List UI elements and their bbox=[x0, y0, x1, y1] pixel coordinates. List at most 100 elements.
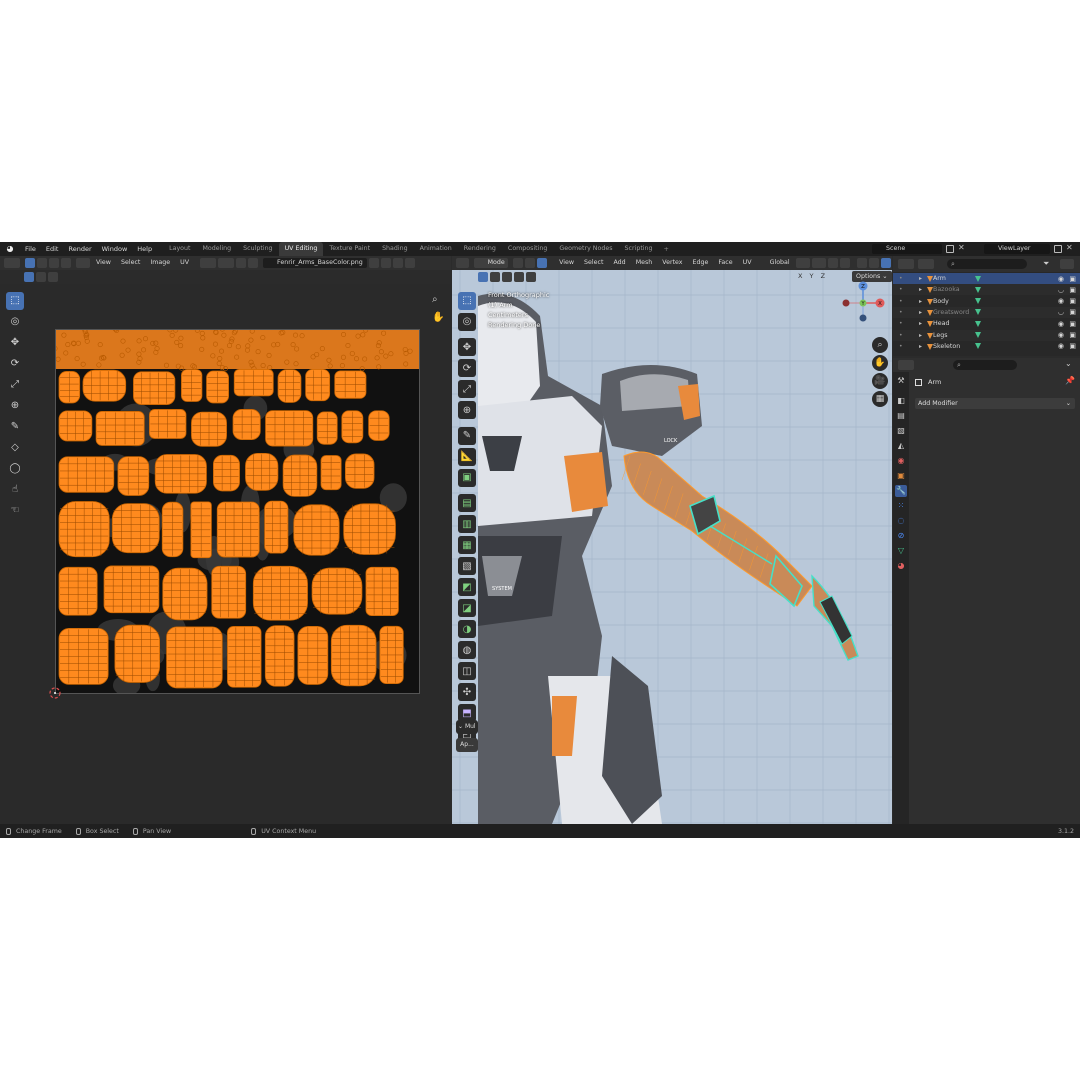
eye-icon[interactable]: ◉ bbox=[1058, 297, 1064, 305]
vp-zoom-icon[interactable]: ⌕ bbox=[872, 337, 888, 353]
vp-menu-select[interactable]: Select bbox=[579, 256, 608, 270]
uv-menu-view[interactable]: View bbox=[91, 256, 116, 270]
outliner-item-arm[interactable]: • ▸ Arm ◉ ▣ bbox=[893, 273, 1080, 284]
select-box-mode-icon[interactable] bbox=[24, 272, 34, 282]
render-tab-icon[interactable]: ◧ bbox=[895, 395, 907, 407]
new-scene-icon[interactable] bbox=[946, 245, 954, 253]
new-viewlayer-icon[interactable] bbox=[1054, 245, 1062, 253]
vp-ortho-grid-icon[interactable]: ▦ bbox=[872, 391, 888, 407]
expand-arrow-icon[interactable]: ▸ bbox=[919, 309, 922, 316]
editor-type-icon[interactable] bbox=[4, 258, 20, 268]
falloff-icon[interactable] bbox=[248, 258, 259, 268]
uv-menu-select[interactable]: Select bbox=[116, 256, 145, 270]
vp-edge-slide-tool-icon[interactable]: ◫ bbox=[458, 662, 476, 680]
scene-selector[interactable]: Scene bbox=[872, 244, 942, 254]
eye-icon[interactable]: ◡ bbox=[1058, 286, 1064, 294]
overlay-toggle-icon[interactable] bbox=[881, 258, 891, 268]
vp-scale-tool-icon[interactable]: ⤢ bbox=[458, 380, 476, 398]
viewlayer-selector[interactable]: ViewLayer bbox=[984, 244, 1050, 254]
camera-icon[interactable]: ▣ bbox=[1069, 342, 1076, 350]
vp-select-box-mode-icon[interactable] bbox=[478, 272, 488, 282]
image-browser-field[interactable]: Fenrir_Arms_BaseColor.png bbox=[263, 258, 367, 268]
expand-arrow-icon[interactable]: ▸ bbox=[919, 332, 922, 339]
eye-icon[interactable]: ◉ bbox=[1058, 320, 1064, 328]
camera-icon[interactable]: ▣ bbox=[1069, 308, 1076, 316]
add-modifier-dropdown[interactable]: Add Modifier ⌄ bbox=[915, 398, 1075, 409]
menu-file[interactable]: File bbox=[20, 242, 41, 256]
sticky-select-icon[interactable] bbox=[76, 258, 90, 268]
particles-tab-icon[interactable]: ⁙ bbox=[895, 500, 907, 512]
vp-select-extend-icon[interactable] bbox=[490, 272, 500, 282]
vp-select-intersect-icon[interactable] bbox=[526, 272, 536, 282]
camera-icon[interactable]: ▣ bbox=[1069, 275, 1076, 283]
viewport-snap-icon[interactable] bbox=[811, 258, 826, 268]
tab-rendering[interactable]: Rendering bbox=[458, 242, 502, 256]
camera-icon[interactable]: ▣ bbox=[1069, 297, 1076, 305]
fake-user-icon[interactable] bbox=[368, 258, 379, 268]
vp-extrude-tool-icon[interactable]: ▤ bbox=[458, 494, 476, 512]
uv-menu-image[interactable]: Image bbox=[145, 256, 175, 270]
vp-menu-mesh[interactable]: Mesh bbox=[631, 256, 658, 270]
vp-bevel-tool-icon[interactable]: ▦ bbox=[458, 536, 476, 554]
mirror-z-toggle[interactable]: Z bbox=[821, 272, 825, 280]
vp-loopcut-tool-icon[interactable]: ▧ bbox=[458, 557, 476, 575]
camera-icon[interactable]: ▣ bbox=[1069, 331, 1076, 339]
expand-arrow-icon[interactable]: ▸ bbox=[919, 298, 922, 305]
vp-menu-add[interactable]: Add bbox=[608, 256, 630, 270]
face-mode-icon[interactable] bbox=[537, 258, 548, 268]
move-tool-icon[interactable]: ✥ bbox=[6, 334, 24, 352]
world-tab-icon[interactable]: ◉ bbox=[895, 455, 907, 467]
gizmo-neg-z-axis[interactable] bbox=[859, 314, 867, 322]
select-box-tool-icon[interactable]: ⬚ bbox=[6, 291, 24, 310]
tab-texture-paint[interactable]: Texture Paint bbox=[323, 242, 376, 256]
vp-move-tool-icon[interactable]: ✥ bbox=[458, 338, 476, 356]
viewport-proportional-icon[interactable] bbox=[828, 258, 838, 268]
uv-layout-canvas[interactable] bbox=[55, 329, 420, 694]
tab-uv-editing[interactable]: UV Editing bbox=[278, 242, 324, 256]
display-mode-icon[interactable] bbox=[918, 259, 934, 269]
open-image-icon[interactable] bbox=[392, 258, 403, 268]
annotate-tool-icon[interactable]: ✎ bbox=[6, 418, 24, 436]
tab-modeling[interactable]: Modeling bbox=[197, 242, 238, 256]
material-tab-icon[interactable]: ◕ bbox=[895, 560, 907, 572]
menu-help[interactable]: Help bbox=[132, 242, 157, 256]
vp-select-tool-icon[interactable]: ⬚ bbox=[458, 291, 476, 310]
unlink-image-icon[interactable] bbox=[404, 258, 415, 268]
outliner-item-bazooka[interactable]: • ▸ Bazooka ◡ ▣ bbox=[893, 284, 1080, 296]
physics-tab-icon[interactable]: ◌ bbox=[895, 515, 907, 527]
outliner-item-head[interactable]: • ▸ Head ◉ ▣ bbox=[893, 318, 1080, 329]
outliner-item-skeleton[interactable]: • ▸ Skeleton ◉ ▣ bbox=[893, 341, 1080, 352]
camera-icon[interactable]: ▣ bbox=[1069, 286, 1076, 294]
cursor-tool-icon[interactable]: ◎ bbox=[6, 313, 24, 331]
tab-animation[interactable]: Animation bbox=[414, 242, 458, 256]
outliner-item-greatsword[interactable]: • ▸ Greatsword ◡ ▣ bbox=[893, 306, 1080, 318]
relax-tool-icon[interactable]: ☝ bbox=[6, 481, 24, 499]
menu-edit[interactable]: Edit bbox=[41, 242, 64, 256]
vp-pan-icon[interactable]: ✋ bbox=[872, 355, 888, 371]
rip-tool-icon[interactable]: ◇ bbox=[6, 439, 24, 457]
vp-menu-vertex[interactable]: Vertex bbox=[657, 256, 687, 270]
face-select-icon[interactable] bbox=[61, 258, 71, 268]
navigation-gizmo[interactable]: Z X Y bbox=[838, 278, 888, 328]
vp-knife-tool-icon[interactable]: ◩ bbox=[458, 578, 476, 596]
viewport-editor-type-icon[interactable] bbox=[456, 258, 469, 268]
menu-render[interactable]: Render bbox=[63, 242, 96, 256]
delete-scene-icon[interactable]: ✕ bbox=[958, 243, 965, 252]
sync-selection-icon[interactable] bbox=[25, 258, 35, 268]
uv-menu-uv[interactable]: UV bbox=[175, 256, 194, 270]
outliner-search-input[interactable]: ⌕ bbox=[947, 259, 1027, 269]
apply-button[interactable]: Ap... bbox=[456, 738, 478, 752]
vp-rotate-tool-icon[interactable]: ⟳ bbox=[458, 359, 476, 377]
menu-window[interactable]: Window bbox=[97, 242, 133, 256]
select-subtract-icon[interactable] bbox=[48, 272, 58, 282]
mode-dropdown[interactable]: Mode bbox=[473, 258, 509, 268]
object-tab-icon[interactable]: ▣ bbox=[895, 470, 907, 482]
pivot-point-icon[interactable] bbox=[795, 258, 810, 268]
vp-cursor-tool-icon[interactable]: ◎ bbox=[458, 312, 476, 331]
vertex-select-icon[interactable] bbox=[37, 258, 47, 268]
mirror-y-toggle[interactable]: Y bbox=[810, 272, 814, 280]
tab-layout[interactable]: Layout bbox=[163, 242, 196, 256]
vp-smooth-tool-icon[interactable]: ◍ bbox=[458, 641, 476, 659]
viewport-falloff-icon[interactable] bbox=[840, 258, 850, 268]
tool-tab-icon[interactable]: ⚒ bbox=[895, 375, 907, 387]
